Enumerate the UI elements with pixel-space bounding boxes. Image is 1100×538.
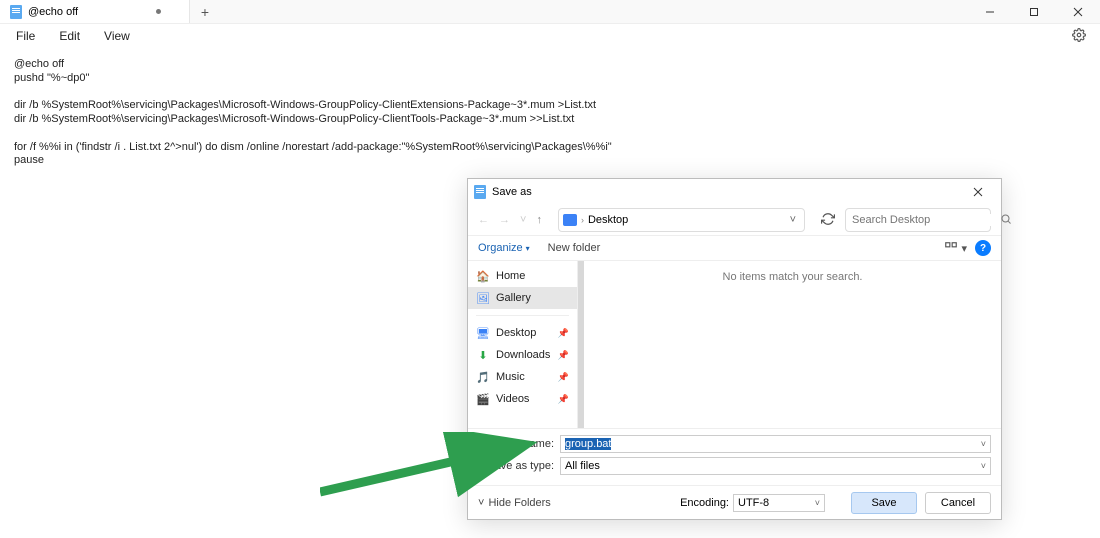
sidebar-item-videos[interactable]: 🎬Videos📌 [468, 388, 577, 410]
save-as-dialog: Save as ← → ˅ ↑ › Desktop ˅ Organize▾ Ne… [467, 178, 1002, 520]
nav-sidebar: 🏠Home 🖼Gallery 🖥Desktop📌 ⬇Downloads📌 🎵Mu… [468, 261, 578, 428]
music-icon: 🎵 [476, 370, 490, 384]
search-input[interactable] [852, 214, 994, 226]
recent-locations-button[interactable]: ˅ [520, 214, 526, 226]
dialog-footer: ˅Hide Folders Encoding: UTF-8 Save Cance… [468, 485, 1001, 519]
home-icon: 🏠 [476, 269, 490, 283]
dialog-titlebar: Save as [468, 179, 1001, 205]
menubar: File Edit View [0, 24, 1100, 48]
menu-view[interactable]: View [92, 27, 142, 45]
search-icon [1000, 213, 1012, 228]
up-button[interactable]: ↑ [536, 214, 542, 226]
menu-edit[interactable]: Edit [47, 27, 92, 45]
caret-down-icon: ▾ [961, 242, 967, 255]
search-box[interactable] [845, 208, 991, 232]
file-name-input[interactable]: group.bat [560, 435, 991, 453]
dialog-nav: ← → ˅ ↑ › Desktop ˅ [468, 205, 1001, 235]
downloads-icon: ⬇ [476, 348, 490, 362]
save-button[interactable]: Save [851, 492, 917, 514]
sidebar-item-music[interactable]: 🎵Music📌 [468, 366, 577, 388]
file-name-label: File name: [478, 438, 560, 450]
path-label: Desktop [588, 214, 628, 226]
chevron-right-icon: › [581, 215, 584, 225]
sidebar-separator [476, 315, 569, 316]
modified-indicator-icon [156, 9, 161, 14]
dialog-close-button[interactable] [961, 179, 995, 205]
cancel-button[interactable]: Cancel [925, 492, 991, 514]
dialog-title: Save as [492, 186, 532, 198]
pin-icon: 📌 [558, 372, 569, 383]
encoding-select[interactable]: UTF-8 [733, 494, 825, 512]
save-type-label: Save as type: [478, 460, 560, 472]
dialog-body: 🏠Home 🖼Gallery 🖥Desktop📌 ⬇Downloads📌 🎵Mu… [468, 261, 1001, 428]
new-folder-button[interactable]: New folder [548, 242, 601, 254]
minimize-button[interactable] [968, 0, 1012, 23]
empty-message: No items match your search. [584, 261, 1001, 283]
chevron-down-icon[interactable]: ˅ [790, 214, 796, 226]
caret-down-icon: ▾ [526, 244, 530, 253]
tab-title: @echo off [28, 6, 78, 18]
pin-icon: 📌 [558, 328, 569, 339]
new-tab-button[interactable]: + [190, 0, 220, 23]
file-fields: File name: group.bat Save as type: All f… [468, 428, 1001, 485]
dialog-toolbar: Organize▾ New folder ▾ ? [468, 235, 1001, 261]
forward-button[interactable]: → [499, 214, 510, 226]
window-titlebar: @echo off + [0, 0, 1100, 24]
gallery-icon: 🖼 [476, 291, 490, 305]
notepad-icon [10, 5, 22, 19]
save-type-select[interactable]: All files [560, 457, 991, 475]
notepad-icon [474, 185, 486, 199]
sidebar-item-downloads[interactable]: ⬇Downloads📌 [468, 344, 577, 366]
menu-file[interactable]: File [4, 27, 47, 45]
file-list-area[interactable]: No items match your search. [584, 261, 1001, 428]
pin-icon: 📌 [558, 350, 569, 361]
chevron-down-icon: ˅ [478, 497, 484, 509]
encoding-label: Encoding: [680, 497, 729, 509]
close-button[interactable] [1056, 0, 1100, 23]
desktop-icon [563, 214, 577, 226]
maximize-button[interactable] [1012, 0, 1056, 23]
help-button[interactable]: ? [975, 240, 991, 256]
refresh-button[interactable] [821, 212, 835, 229]
pin-icon: 📌 [558, 394, 569, 405]
desktop-icon: 🖥 [476, 326, 490, 340]
sidebar-item-gallery[interactable]: 🖼Gallery [468, 287, 577, 309]
address-bar[interactable]: › Desktop ˅ [558, 208, 805, 232]
window-controls [968, 0, 1100, 23]
editor-content[interactable]: @echo off pushd "%~dp0" dir /b %SystemRo… [0, 48, 1100, 178]
organize-button[interactable]: Organize▾ [478, 242, 530, 254]
videos-icon: 🎬 [476, 392, 490, 406]
back-button[interactable]: ← [478, 214, 489, 226]
settings-button[interactable] [1072, 28, 1086, 45]
sidebar-item-home[interactable]: 🏠Home [468, 265, 577, 287]
sidebar-item-desktop[interactable]: 🖥Desktop📌 [468, 322, 577, 344]
document-tab[interactable]: @echo off [0, 0, 190, 23]
view-options-button[interactable]: ▾ [944, 241, 967, 255]
hide-folders-button[interactable]: ˅Hide Folders [478, 497, 551, 509]
